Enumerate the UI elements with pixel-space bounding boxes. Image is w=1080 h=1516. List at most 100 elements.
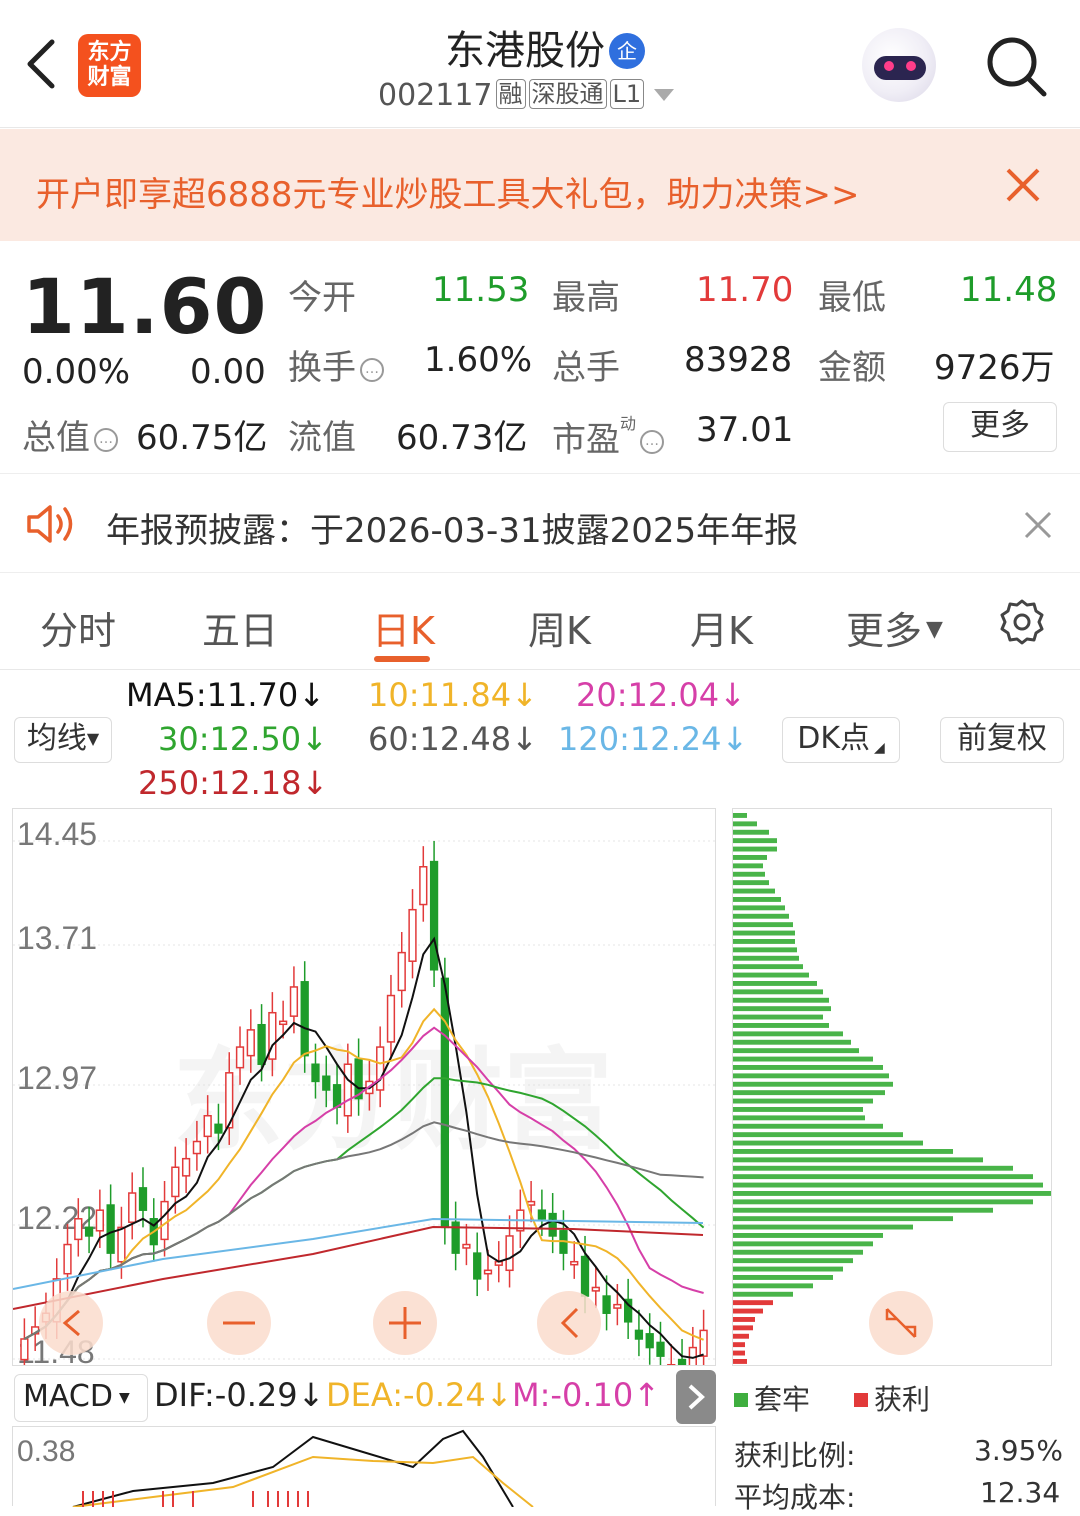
macd-dea: DEA:-0.24↓ [326,1376,513,1414]
ma250-readout: 250:12.18↓ [138,764,328,802]
chip-bar [733,1082,893,1087]
chip-bar [733,1166,1013,1171]
candle-body [86,1227,93,1236]
candle-body [463,1245,470,1248]
chip-bar [733,981,817,986]
ma30-readout: 30:12.50↓ [158,720,328,758]
chip-bar [733,1309,763,1314]
app-logo-text: 东方 财富 [87,40,131,90]
close-icon[interactable] [1024,511,1052,539]
stock-code-line[interactable]: 002117融深股通L1 [378,78,674,113]
tab-daily-k[interactable]: 日K [372,600,435,655]
chip-bar [733,1334,749,1339]
chip-bar [733,1073,889,1078]
candle-body [118,1227,125,1261]
candle-body [291,987,298,1016]
back-arrow-icon[interactable] [22,38,60,90]
candle-body [215,1124,222,1133]
mcap-label[interactable]: 总值… [22,410,118,459]
stock-code: 002117 [378,78,493,113]
adjust-button[interactable]: 前复权 [940,717,1064,763]
candle-body [420,867,427,905]
chip-bar [733,1183,1043,1188]
chip-bar [733,1325,753,1330]
notice-bar[interactable]: 年报预披露：于2026-03-31披露2025年年报 [0,475,1080,573]
float-value: 60.73亿 [396,410,527,459]
macd-chart[interactable]: 0.38 [12,1426,716,1506]
candle-body [280,1021,287,1024]
chip-bar [733,1283,813,1288]
candle-body [237,1047,244,1068]
dropdown-triangle-icon[interactable] [654,89,674,101]
ma20-readout: 20:12.04↓ [576,676,746,714]
candle-body [204,1116,211,1137]
candle-body [194,1142,201,1154]
dif-line [73,1431,513,1507]
candle-body [528,1202,535,1205]
app-logo[interactable]: 东方 财富 [78,34,141,97]
candle-body [247,1030,254,1056]
low-value: 11.48 [960,270,1057,310]
chip-bar [733,830,769,835]
candle-body [431,862,438,970]
amount-label: 金额 [818,340,886,389]
candle-body [614,1305,621,1308]
macd-m: M:-0.10↑ [512,1376,660,1414]
avg-cost-label: 平均成本: [734,1476,855,1516]
dk-point-button[interactable]: DK点◢ [782,717,900,763]
candle-body [441,978,448,1227]
tab-weekly-k[interactable]: 周K [528,600,591,655]
search-icon[interactable] [984,34,1048,98]
chip-bar [733,1359,747,1364]
gear-icon[interactable] [998,598,1046,646]
chip-bar [733,931,795,936]
info-icon[interactable]: … [360,358,384,382]
chip-bar [733,1258,853,1263]
chip-bar [733,889,775,894]
info-icon[interactable]: … [640,430,664,454]
promo-banner[interactable]: 开户即享超6888元专业炒股工具大礼包，助力决策>> [0,129,1080,241]
chip-bar [733,838,777,843]
turnover-label[interactable]: 换手… [288,340,384,389]
ma120-readout: 120:12.24↓ [558,720,748,758]
chip-bar [733,947,797,952]
tab-monthly-k[interactable]: 月K [690,600,753,655]
tab-five-day[interactable]: 五日 [202,600,278,655]
ma-select[interactable]: 均线▼ [14,717,112,763]
candle-body [388,996,395,1042]
kline-svg[interactable]: 14.4513.7112.9712.2211.48东方财富 [13,809,715,1365]
candle-body [636,1330,643,1339]
promo-text[interactable]: 开户即享超6888元专业炒股工具大礼包，助力决策>> [36,167,860,216]
macd-select[interactable]: MACD▼ [14,1374,148,1422]
macd-svg[interactable]: 0.38 [13,1427,715,1507]
chevron-right-icon [676,1370,716,1424]
profit-ratio-label: 获利比例: [734,1434,855,1474]
tab-intraday[interactable]: 分时 [40,600,116,655]
candle-body [582,1257,589,1296]
chip-distribution-svg [733,809,1051,1365]
info-icon[interactable]: … [94,428,118,452]
assistant-robot-icon[interactable] [862,28,936,102]
candle-body [657,1342,664,1356]
high-value: 11.70 [696,270,793,310]
chip-bar [733,1267,843,1272]
open-value: 11.53 [432,270,529,310]
candle-body [75,1219,82,1240]
expand-panel-button[interactable] [676,1370,716,1424]
more-quote-button[interactable]: 更多 [943,402,1057,452]
ma10-readout: 10:11.84↓ [368,676,538,714]
kline-chart[interactable]: 14.4513.7112.9712.2211.48东方财富 [12,808,716,1366]
active-tab-underline [374,656,430,662]
candle-body [344,1064,351,1116]
chip-bar [733,855,767,860]
dea-line [73,1457,533,1507]
chip-bar [733,1099,873,1104]
tab-more[interactable]: 更多▼ [846,600,943,655]
pe-label[interactable]: 市盈动… [552,410,664,461]
stock-name-title: 东港股份企 [380,18,710,76]
avg-cost-value: 12.34 [980,1476,1060,1509]
nav-button [39,1291,103,1355]
notice-text[interactable]: 年报预披露：于2026-03-31披露2025年年报 [106,503,798,552]
last-price: 11.60 [22,262,267,351]
close-icon[interactable] [1004,166,1042,204]
